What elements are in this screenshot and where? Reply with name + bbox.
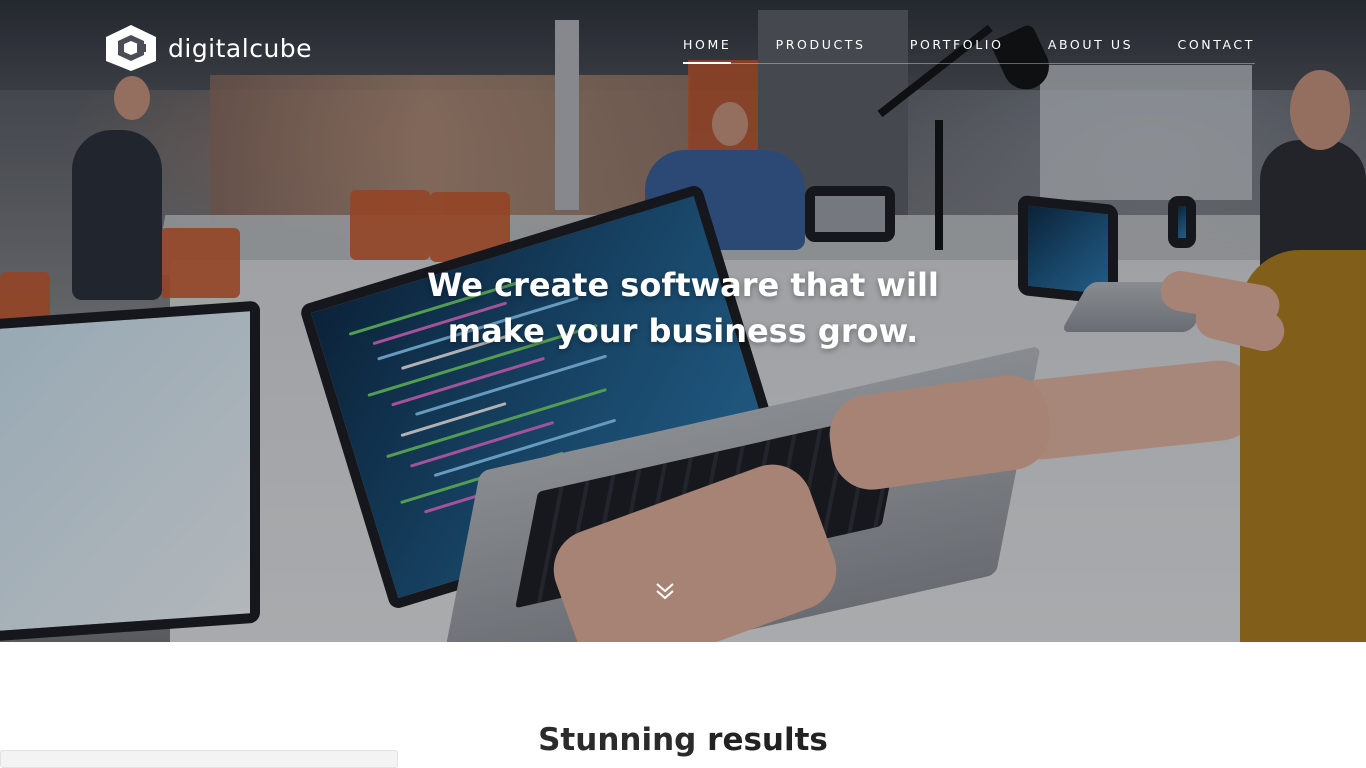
logo-text: digitalcube — [168, 33, 313, 63]
double-chevron-down-icon[interactable] — [652, 578, 678, 604]
hero-section: digitalcube HOME PRODUCTS PORTFOLIO ABOU… — [0, 0, 1366, 642]
nav-item-home[interactable]: HOME — [683, 36, 732, 64]
hero-headline-line2: make your business grow. — [447, 312, 919, 350]
logo-link[interactable]: digitalcube — [104, 24, 312, 72]
section-title-light: Stunning — [538, 722, 697, 758]
bottom-left-panel — [0, 750, 398, 768]
hero-headline-line1: We create software that will — [427, 266, 939, 304]
nav-item-contact[interactable]: CONTACT — [1178, 36, 1255, 64]
nav-item-portfolio[interactable]: PORTFOLIO — [910, 36, 1004, 64]
hexagon-cube-logo-icon — [104, 24, 158, 72]
hero-headline: We create software that will make your b… — [300, 262, 1066, 354]
nav-item-products[interactable]: PRODUCTS — [776, 36, 866, 64]
nav-item-about-us[interactable]: ABOUT US — [1048, 36, 1133, 64]
section-title-bold: results — [707, 722, 828, 758]
main-nav: HOME PRODUCTS PORTFOLIO ABOUT US CONTACT — [683, 36, 1255, 64]
